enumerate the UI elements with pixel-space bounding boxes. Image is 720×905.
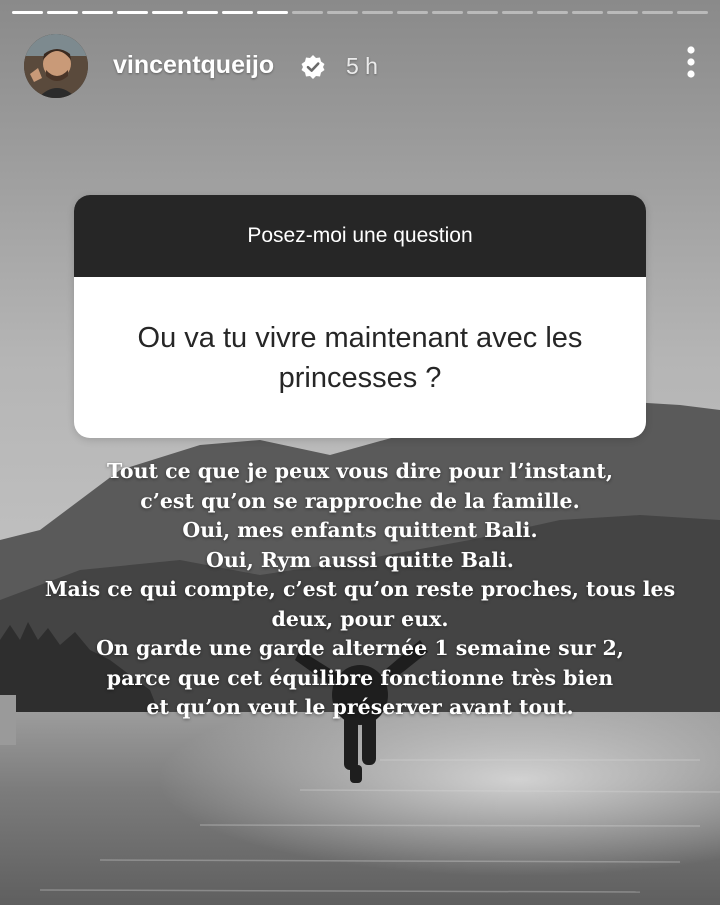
story-progress-bar [12, 11, 708, 14]
caption-line: deux, pour eux. [271, 606, 449, 631]
progress-segment [327, 11, 358, 14]
progress-segment [677, 11, 708, 14]
more-vertical-icon[interactable] [686, 46, 696, 80]
caption-line: Tout ce que je peux vous dire pour l’ins… [107, 459, 613, 483]
progress-segment [82, 11, 113, 14]
progress-segment [432, 11, 463, 14]
story-view[interactable]: vincentqueijo 5 h Posez-moi une question… [0, 0, 720, 905]
progress-segment [187, 11, 218, 14]
progress-segment [502, 11, 533, 14]
post-time: 5 h [346, 53, 378, 79]
question-sticker[interactable]: Posez-moi une question Ou va tu vivre ma… [74, 195, 646, 438]
caption-line: c’est qu’on se rapproche de la famille. [140, 488, 580, 513]
progress-segment [292, 11, 323, 14]
progress-segment [362, 11, 393, 14]
progress-segment [572, 11, 603, 14]
progress-segment [537, 11, 568, 14]
verified-badge-icon [300, 54, 326, 80]
caption-line: Mais ce qui compte, c’est qu’on reste pr… [44, 577, 676, 601]
progress-segment [607, 11, 638, 14]
progress-segment [467, 11, 498, 14]
progress-segment [257, 11, 288, 14]
avatar[interactable] [24, 34, 88, 98]
progress-segment [642, 11, 673, 14]
story-header: vincentqueijo 5 h [24, 34, 696, 98]
question-sticker-title: Posez-moi une question [74, 195, 646, 277]
caption-line: Oui, Rym aussi quitte Bali. [206, 547, 514, 572]
question-text: Ou va tu vivre maintenant avec les princ… [137, 321, 583, 394]
progress-segment [152, 11, 183, 14]
caption-line: Oui, mes enfants quittent Bali. [182, 518, 538, 542]
background-photo [0, 0, 720, 905]
progress-segment [222, 11, 253, 14]
progress-segment [397, 11, 428, 14]
progress-segment [47, 11, 78, 14]
caption-line: et qu’on veut le préserver avant tout. [146, 695, 574, 719]
progress-segment [117, 11, 148, 14]
progress-segment [12, 11, 43, 14]
caption-line: parce que cet équilibre fonctionne très … [106, 665, 614, 690]
caption-line: On garde une garde alternée 1 semaine su… [96, 636, 624, 660]
story-caption: Tout ce que je peux vous dire pour l’ins… [30, 457, 690, 723]
username[interactable]: vincentqueijo [113, 51, 274, 80]
